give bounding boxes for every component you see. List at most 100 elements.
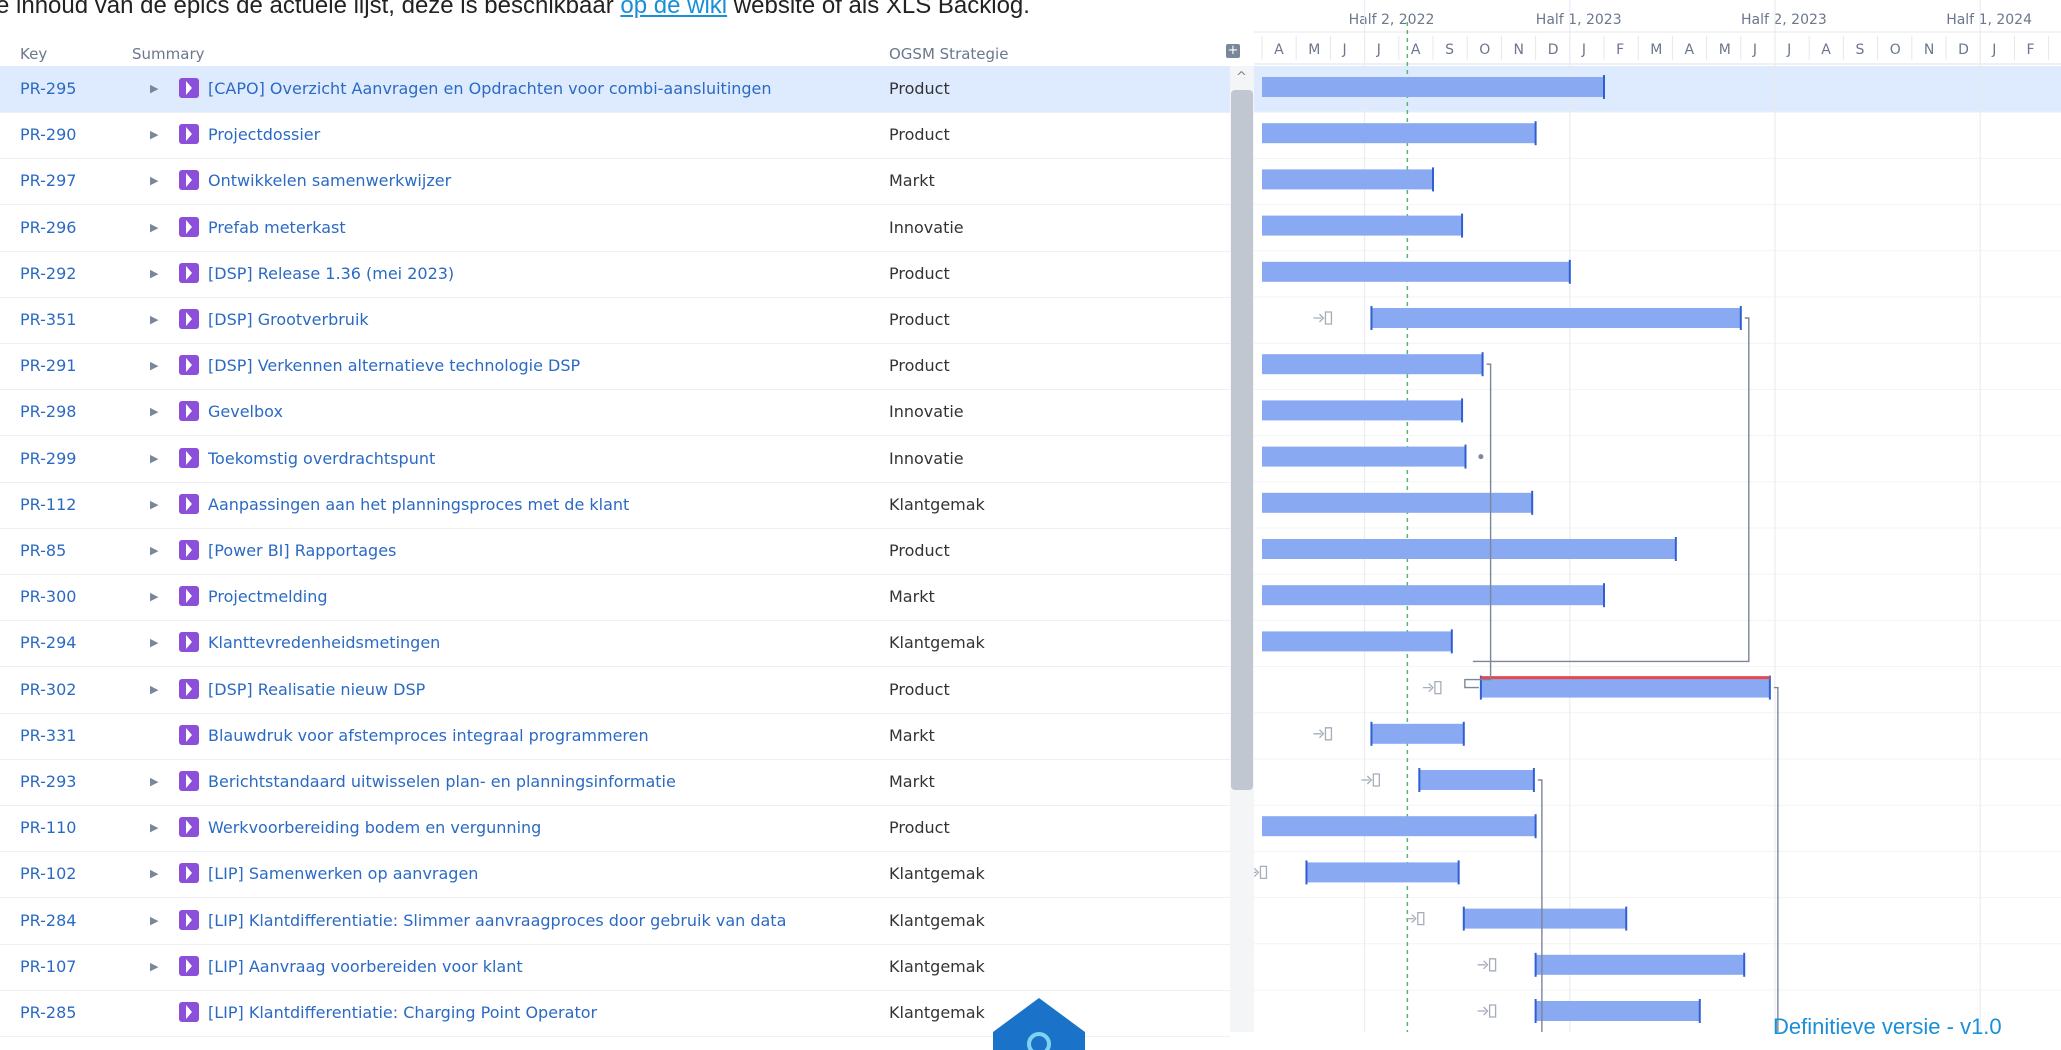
gantt-bar[interactable] <box>1262 400 1462 420</box>
gantt-bar[interactable] <box>1262 216 1462 236</box>
expand-arrow-icon[interactable]: ▶ <box>150 590 158 603</box>
table-row[interactable]: PR-297▶Ontwikkelen samenwerkwijzerMarkt <box>0 158 1230 205</box>
table-row[interactable]: PR-351▶[DSP] GrootverbruikProduct <box>0 297 1230 344</box>
scheduling-hint-icon[interactable] <box>1478 959 1496 971</box>
expand-arrow-icon[interactable]: ▶ <box>150 174 158 187</box>
expand-arrow-icon[interactable]: ▶ <box>150 544 158 557</box>
issue-summary-link[interactable]: [Power BI] Rapportages <box>208 541 396 560</box>
scheduling-hint-icon[interactable] <box>1313 312 1331 324</box>
issue-key-link[interactable]: PR-300 <box>20 587 76 606</box>
gantt-bar[interactable] <box>1262 77 1604 97</box>
issue-summary-link[interactable]: Prefab meterkast <box>208 218 346 237</box>
issue-key-link[interactable]: PR-102 <box>20 864 76 883</box>
table-row[interactable]: PR-293▶Berichtstandaard uitwisselen plan… <box>0 759 1230 806</box>
expand-arrow-icon[interactable]: ▶ <box>150 867 158 880</box>
column-header-key[interactable]: Key <box>20 45 47 63</box>
issue-summary-link[interactable]: Projectmelding <box>208 587 328 606</box>
issue-summary-link[interactable]: Toekomstig overdrachtspunt <box>208 449 435 468</box>
gantt-bar[interactable] <box>1262 539 1676 559</box>
scheduling-hint-icon[interactable] <box>1478 1005 1496 1017</box>
issue-summary-link[interactable]: [LIP] Samenwerken op aanvragen <box>208 864 478 883</box>
issue-key-link[interactable]: PR-302 <box>20 680 76 699</box>
table-row[interactable]: PR-298▶GevelboxInnovatie <box>0 389 1230 436</box>
expand-arrow-icon[interactable]: ▶ <box>150 221 158 234</box>
issue-summary-link[interactable]: Klanttevredenheidsmetingen <box>208 633 440 652</box>
issue-summary-link[interactable]: [LIP] Aanvraag voorbereiden voor klant <box>208 957 523 976</box>
expand-arrow-icon[interactable]: ▶ <box>150 683 158 696</box>
table-row[interactable]: PR-284▶[LIP] Klantdifferentiatie: Slimme… <box>0 898 1230 945</box>
issue-summary-link[interactable]: [DSP] Grootverbruik <box>208 310 369 329</box>
expand-arrow-icon[interactable]: ▶ <box>150 128 158 141</box>
column-header-summary[interactable]: Summary <box>132 45 205 63</box>
expand-arrow-icon[interactable]: ▶ <box>150 313 158 326</box>
gantt-bar[interactable] <box>1306 862 1458 882</box>
issue-key-link[interactable]: PR-291 <box>20 356 76 375</box>
table-row[interactable]: PR-302▶[DSP] Realisatie nieuw DSPProduct <box>0 667 1230 714</box>
expand-arrow-icon[interactable]: ▶ <box>150 267 158 280</box>
chevron-up-icon[interactable]: ^ <box>1236 70 1247 85</box>
expand-arrow-icon[interactable]: ▶ <box>150 498 158 511</box>
plus-box-icon[interactable]: + <box>1226 44 1240 58</box>
column-header-strategy[interactable]: OGSM Strategie <box>889 45 1008 63</box>
issue-key-link[interactable]: PR-295 <box>20 79 76 98</box>
gantt-bar[interactable] <box>1262 631 1452 651</box>
wiki-link[interactable]: op de wiki <box>620 0 727 19</box>
gantt-bar[interactable] <box>1419 770 1534 790</box>
gantt-bar[interactable] <box>1371 724 1463 744</box>
issue-key-link[interactable]: PR-290 <box>20 125 76 144</box>
scheduling-hint-icon[interactable] <box>1406 913 1424 925</box>
issue-summary-link[interactable]: [DSP] Realisatie nieuw DSP <box>208 680 425 699</box>
issue-key-link[interactable]: PR-285 <box>20 1003 76 1022</box>
issue-key-link[interactable]: PR-294 <box>20 633 76 652</box>
issue-summary-link[interactable]: Gevelbox <box>208 402 283 421</box>
issue-summary-link[interactable]: Berichtstandaard uitwisselen plan- en pl… <box>208 772 676 791</box>
issue-summary-link[interactable]: [DSP] Verkennen alternatieve technologie… <box>208 356 580 375</box>
gantt-bar[interactable] <box>1262 816 1536 836</box>
expand-arrow-icon[interactable]: ▶ <box>150 359 158 372</box>
issue-summary-link[interactable]: Projectdossier <box>208 125 320 144</box>
gantt-bar[interactable] <box>1536 1001 1700 1021</box>
issue-key-link[interactable]: PR-112 <box>20 495 76 514</box>
scrollbar-thumb[interactable] <box>1231 90 1253 790</box>
gantt-bar[interactable] <box>1536 955 1745 975</box>
gantt-bar[interactable] <box>1262 262 1570 282</box>
issue-key-link[interactable]: PR-297 <box>20 171 76 190</box>
table-row[interactable]: PR-102▶[LIP] Samenwerken op aanvragenKla… <box>0 851 1230 898</box>
scheduling-hint-icon[interactable] <box>1361 774 1379 786</box>
scheduling-hint-icon[interactable] <box>1423 682 1441 694</box>
table-row[interactable]: PR-299▶Toekomstig overdrachtspuntInnovat… <box>0 436 1230 483</box>
table-row[interactable]: PR-107 ▶ [LIP] Aanvraag voorbereiden voor … <box>0 944 1230 991</box>
issue-key-link[interactable]: PR-299 <box>20 449 76 468</box>
issue-summary-link[interactable]: [CAPO] Overzicht Aanvragen en Opdrachten… <box>208 79 772 98</box>
table-row[interactable]: PR-291 ▶ [DSP] Verkennen alternatieve tech… <box>0 343 1230 390</box>
expand-arrow-icon[interactable]: ▶ <box>150 405 158 418</box>
table-row[interactable]: PR-295 ▶ [CAPO] Overzicht Aanvragen en Opd… <box>0 66 1230 113</box>
issue-summary-link[interactable]: Werkvoorbereiding bodem en vergunning <box>208 818 541 837</box>
table-row[interactable]: PR-294▶KlanttevredenheidsmetingenKlantge… <box>0 620 1230 667</box>
issue-key-link[interactable]: PR-298 <box>20 402 76 421</box>
gantt-bar[interactable] <box>1262 123 1536 143</box>
gantt-bar[interactable] <box>1464 909 1626 929</box>
issue-summary-link[interactable]: [LIP] Klantdifferentiatie: Slimmer aanvr… <box>208 911 786 930</box>
table-row[interactable]: PR-300▶ProjectmeldingMarkt <box>0 574 1230 621</box>
issue-key-link[interactable]: PR-293 <box>20 772 76 791</box>
issue-summary-link[interactable]: Aanpassingen aan het planningsproces met… <box>208 495 629 514</box>
issue-key-link[interactable]: PR-107 <box>20 957 76 976</box>
expand-arrow-icon[interactable]: ▶ <box>150 960 158 973</box>
gantt-bar[interactable] <box>1481 678 1770 698</box>
issue-key-link[interactable]: PR-292 <box>20 264 76 283</box>
gantt-bar[interactable] <box>1262 354 1483 374</box>
issue-key-link[interactable]: PR-331 <box>20 726 76 745</box>
issue-summary-link[interactable]: [DSP] Release 1.36 (mei 2023) <box>208 264 454 283</box>
table-row[interactable]: PR-110▶Werkvoorbereiding bodem en vergun… <box>0 805 1230 852</box>
issue-key-link[interactable]: PR-351 <box>20 310 76 329</box>
gantt-bar[interactable] <box>1262 447 1465 467</box>
table-row[interactable]: PR-296▶Prefab meterkastInnovatie <box>0 205 1230 252</box>
table-row[interactable]: PR-292▶[DSP] Release 1.36 (mei 2023)Prod… <box>0 251 1230 298</box>
expand-arrow-icon[interactable]: ▶ <box>150 914 158 927</box>
issue-key-link[interactable]: PR-110 <box>20 818 76 837</box>
scheduling-hint-icon[interactable] <box>1254 866 1266 878</box>
expand-arrow-icon[interactable]: ▶ <box>150 82 158 95</box>
expand-arrow-icon[interactable]: ▶ <box>150 636 158 649</box>
issue-summary-link[interactable]: [LIP] Klantdifferentiatie: Charging Poin… <box>208 1003 597 1022</box>
